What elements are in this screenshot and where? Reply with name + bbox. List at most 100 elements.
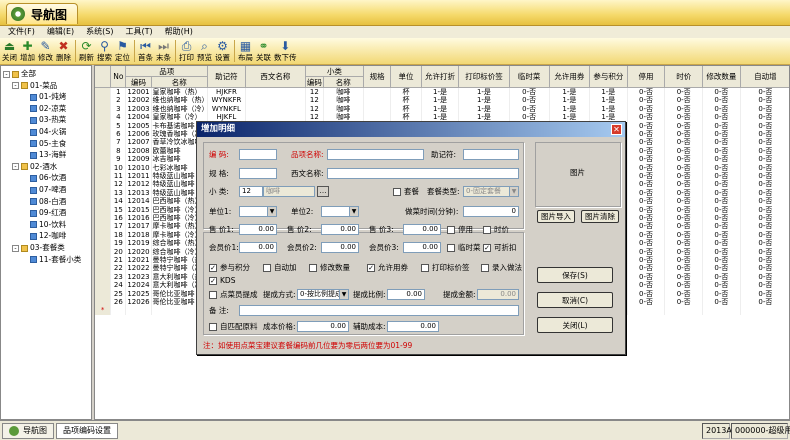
category-tree[interactable]: - 全部 -01-菜品 01-炖烤 02-凉菜 03-热菜 04-火锅 05-主食 13-海鲜 -… [0,65,92,420]
mnemonic-field[interactable] [463,149,519,160]
last-record-tool-button[interactable]: ⏭ 末条 [156,38,171,65]
row-selector[interactable] [95,96,112,105]
commission-ratio-field[interactable]: 0.00 [387,289,425,300]
column-subclass-code[interactable]: 编码 [306,77,324,88]
tree-node[interactable]: 03-热菜 [21,115,66,125]
column-mnemonic[interactable]: 助记符 [208,66,246,88]
first-record-tool-button[interactable]: ⏮ 首条 [138,38,153,65]
code-field[interactable] [239,149,277,160]
layout-tool-button[interactable]: ▦ 布局 [238,38,253,65]
column-item[interactable]: 品项 [126,66,209,77]
western-name-field[interactable] [327,168,519,179]
column-print-label[interactable]: 打印标价签 [459,66,510,88]
remark-field[interactable] [239,305,519,316]
row-selector[interactable] [95,289,112,298]
tree-node[interactable]: 01-炖烤 [21,92,66,102]
tree-node[interactable]: -02-酒水 [12,162,57,172]
points-checkbox[interactable]: ✓ 参与积分 [209,263,250,273]
column-allow-voucher[interactable]: 允许用券 [549,66,590,88]
kds-checkbox[interactable]: ✓ KDS [209,276,235,286]
column-points[interactable]: 参与积分 [589,66,628,88]
locate-tool-button[interactable]: ⚑ 定位 [115,38,130,65]
link-tool-button[interactable]: ⚭ 关联 [256,38,271,65]
row-selector[interactable]: * [95,306,112,315]
collapse-icon[interactable]: - [12,82,19,90]
spec-field[interactable] [239,168,277,179]
table-row[interactable]: 1 12001 皇家咖啡（热） HJKFR 12 咖啡杯 1-是 1-是 0-否 1-是 1-是 0-… [95,88,789,97]
self-config-checkbox[interactable]: 自匹配原料 [209,322,258,332]
row-selector[interactable] [95,121,112,130]
tree-node[interactable]: 11-套餐小类 [21,255,81,265]
add-tool-button[interactable]: ✚ 增加 [20,38,35,65]
tree-node[interactable]: 07-啤酒 [21,185,66,195]
delete-tool-button[interactable]: ✖ 删除 [56,38,71,65]
row-selector-header[interactable] [95,66,112,88]
entry-method-checkbox[interactable]: 录入做法 [481,263,522,273]
row-selector[interactable] [95,247,112,256]
column-no[interactable]: No [111,66,127,88]
navigation-tab[interactable]: 导航图 [6,3,79,24]
exit-tool-button[interactable]: ⏏ 关闭 [2,38,17,65]
tree-node[interactable]: 02-凉菜 [21,104,66,114]
column-subclass[interactable]: 小类 [306,66,364,77]
status-tab-item-code[interactable]: 品项编码设置 [56,422,118,439]
commission-mode-select[interactable]: 0-按比例提成 ▼ [297,289,349,300]
row-selector[interactable] [95,130,112,139]
item-name-field[interactable] [327,149,424,160]
download-tool-button[interactable]: ⬇ 数下传 [274,38,297,65]
row-selector[interactable] [95,214,112,223]
status-tab-navigation[interactable]: 导航图 [2,422,54,439]
tree-node[interactable]: 12-咖啡 [21,231,66,241]
subclass-code-field[interactable]: 12 [239,186,263,197]
temp-dish-checkbox[interactable]: 临时菜 [447,243,481,253]
row-selector[interactable] [95,188,112,198]
column-spec[interactable]: 规格 [363,66,392,88]
tree-node[interactable]: -01-菜品 [12,81,57,91]
timed-checkbox[interactable]: 时价 [483,225,509,235]
column-item-name[interactable]: 名称 [151,77,209,88]
collapse-icon[interactable]: - [12,244,19,252]
tree-node[interactable]: 06-饮酒 [21,173,66,183]
column-stop[interactable]: 停用 [627,66,666,88]
column-unit[interactable]: 单位 [391,66,422,88]
member-price2-field[interactable]: 0.00 [321,242,359,253]
unit1-select[interactable]: ▼ [239,206,277,217]
table-row[interactable]: 3 12003 维也纳咖啡（冷） WYNKFL 12 咖啡杯 1-是 1-是 0-否 1-是 1-是… [95,104,789,114]
column-auto-add[interactable]: 自动增 [740,66,789,88]
member-price3-field[interactable]: 0.00 [403,242,441,253]
row-selector[interactable] [95,281,112,290]
tree-node[interactable]: 10-饮料 [21,220,66,230]
member-price1-field[interactable]: 0.00 [239,242,277,253]
unit2-select[interactable]: ▼ [321,206,359,217]
column-item-code[interactable]: 编码 [126,77,152,88]
row-selector[interactable] [95,256,112,265]
column-edit-qty[interactable]: 修改数量 [703,66,741,88]
menu-tools[interactable]: 工具(T) [119,26,158,38]
refresh-tool-button[interactable]: ⟳ 刷新 [79,38,94,65]
row-selector[interactable] [95,113,112,122]
tree-node[interactable]: 13-海鲜 [21,150,66,160]
tree-node[interactable]: 09-红酒 [21,208,66,218]
edit-tool-button[interactable]: ✎ 修改 [38,38,53,65]
tree-node[interactable]: -03-套餐类 [12,243,65,253]
set-meal-checkbox[interactable]: 套餐 [393,187,419,197]
save-button[interactable]: 保存(S) [537,267,613,283]
row-selector[interactable] [95,172,112,181]
price2-field[interactable]: 0.00 [321,224,359,235]
row-selector[interactable] [95,146,112,156]
close-icon[interactable]: ✕ [611,124,622,135]
collapse-icon[interactable]: - [12,163,19,171]
row-selector[interactable] [95,138,112,147]
commission-amount-field[interactable]: 0.00 [477,289,519,300]
row-selector[interactable] [95,272,112,282]
commission-checkbox[interactable]: 点菜员提成 [209,290,258,300]
row-selector[interactable] [95,222,112,231]
table-row[interactable]: 2 12002 维也纳咖啡（热） WYNKFR 12 咖啡杯 1-是 1-是 0-否 1-是 1-是… [95,96,789,105]
print-label-checkbox[interactable]: 打印标价签 [421,263,470,273]
row-selector[interactable] [95,155,112,164]
stop-checkbox[interactable]: 停用 [447,225,473,235]
allow-voucher-checkbox[interactable]: ✓ 允许用券 [367,263,408,273]
cost-price-field[interactable]: 0.00 [297,321,349,332]
column-subclass-name[interactable]: 名称 [323,77,364,88]
column-temp-dish[interactable]: 临时菜 [509,66,550,88]
